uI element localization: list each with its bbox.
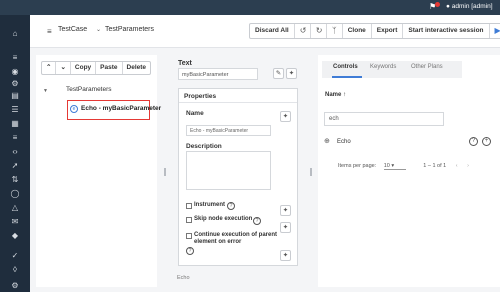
mail-icon[interactable]: ✉ (10, 217, 20, 227)
copy-button[interactable]: Copy (71, 62, 97, 74)
name-field[interactable]: Echo - myBasicParameter (186, 125, 271, 136)
tune-icon[interactable]: ⇅ (10, 175, 20, 185)
arrow-up-icon: ↑ (343, 92, 347, 98)
user-menu[interactable]: ● admin [admin] (446, 3, 493, 10)
properties-panel: Text myBasicParameter ✎ ✦ Properties Nam… (172, 55, 302, 287)
bell-icon[interactable]: ⚑ (429, 2, 440, 12)
items-per-page-label: Items per page: (338, 163, 377, 169)
list-icon[interactable]: ☰ (10, 105, 20, 115)
case-name: TestParameters (105, 26, 155, 33)
properties-title: Properties (184, 93, 217, 100)
items-per-page-select[interactable]: 10 ▾ (383, 163, 406, 170)
zoom-in-icon: ⊕ (324, 138, 330, 145)
chevron-down-icon[interactable]: ⌄ (56, 62, 71, 74)
clone-button[interactable]: Clone (343, 24, 372, 38)
page-range: 1 – 1 of 1 (423, 163, 447, 169)
tab-controls[interactable]: Controls (333, 64, 358, 70)
name-column-header[interactable]: Name ↑ (325, 92, 346, 98)
next-page-icon[interactable]: › (467, 163, 469, 169)
chevron-down-icon[interactable]: ⌄ (96, 26, 101, 33)
edit-icon[interactable]: ✎ (273, 68, 284, 79)
search-input[interactable]: ech (324, 112, 444, 126)
delete-button[interactable]: Delete (123, 62, 151, 74)
properties-box: Properties Name ✦ Echo - myBasicParamete… (178, 88, 298, 266)
menu-icon[interactable]: ≡ (10, 53, 20, 63)
splitter-handle[interactable] (164, 168, 166, 176)
notification-dot (435, 2, 440, 7)
tree-node-selected[interactable]: e Echo - myBasicParameter (67, 100, 161, 120)
check-icon[interactable]: ✓ (10, 251, 20, 261)
splitter-handle[interactable] (310, 168, 312, 176)
name-label: Name (186, 110, 204, 117)
start-session-button[interactable]: Start interactive session (403, 24, 490, 38)
instrument-checkbox[interactable] (186, 203, 192, 209)
description-label: Description (186, 143, 222, 150)
edit-toolbar: Discard All ↺ ↻ ᛉ Clone Export Start int… (249, 23, 500, 39)
instrument-label: Instrument (194, 202, 226, 208)
text-label: Text (178, 60, 192, 67)
hamburger-icon[interactable]: ≡ (47, 27, 52, 36)
tabs: Controls Keywords Other Plans (322, 61, 462, 78)
description-field[interactable] (186, 151, 271, 190)
home-icon[interactable]: ⌂ (10, 29, 20, 39)
result-label: Echo (337, 139, 351, 145)
export-button[interactable]: Export (372, 24, 404, 38)
tree-node-label: Echo - myBasicParameter (81, 105, 162, 112)
redo-icon[interactable]: ↻ (311, 24, 327, 38)
prev-page-icon[interactable]: ‹ (456, 163, 458, 169)
skip-checkbox[interactable] (186, 217, 192, 223)
list-item[interactable]: ⊕ Echo ? + (324, 137, 494, 147)
globe-icon[interactable]: ◉ (10, 67, 20, 77)
tree-panel: ⌃ ⌄ Copy Paste Delete ▼ TestParameters e… (36, 55, 161, 287)
tab-keywords[interactable]: Keywords (370, 64, 396, 70)
tree-toolbar: ⌃ ⌄ Copy Paste Delete (41, 61, 152, 75)
play-icon[interactable]: ▶ (490, 24, 500, 38)
puzzle-icon[interactable]: ◆ (10, 231, 20, 241)
settings-icon[interactable]: ⚙ (10, 79, 20, 89)
tag-icon[interactable]: ◊ (10, 265, 20, 275)
rocket-icon[interactable]: ➚ (10, 161, 20, 171)
tab-other-plans[interactable]: Other Plans (411, 64, 443, 70)
branch-icon[interactable]: ᛉ (327, 24, 343, 38)
code-icon[interactable]: ‹› (10, 147, 20, 157)
paginator: Items per page: 10 ▾ 1 – 1 of 1 ‹ › (338, 163, 469, 170)
tree-root[interactable]: TestParameters (66, 86, 112, 93)
divider (179, 102, 297, 103)
dynamic-icon[interactable]: ✦ (280, 205, 291, 216)
chevron-up-icon[interactable]: ⌃ (42, 62, 57, 74)
help-icon[interactable]: ? (186, 247, 194, 255)
text-field[interactable]: myBasicParameter (178, 68, 258, 80)
help-icon[interactable]: ? (253, 217, 261, 225)
dynamic-icon[interactable]: ✦ (280, 250, 291, 261)
help-icon[interactable]: ? (227, 202, 235, 210)
echo-icon: e (70, 105, 78, 113)
active-tab-indicator (332, 76, 362, 78)
discard-all-button[interactable]: Discard All (250, 24, 295, 38)
paste-button[interactable]: Paste (96, 62, 123, 74)
user-name: admin [admin] (451, 3, 493, 10)
top-bar: ⚑ ● admin [admin] (0, 0, 500, 15)
dynamic-icon[interactable]: ✦ (280, 111, 291, 122)
file-icon[interactable]: ▤ (10, 91, 20, 101)
list-icon[interactable]: ≡ (10, 133, 20, 143)
settings-icon[interactable]: ⚙ (10, 281, 20, 291)
controls-panel: Controls Keywords Other Plans Name ↑ ech… (318, 55, 500, 287)
type-select[interactable]: TestCase (58, 26, 87, 33)
help-icon[interactable]: ? (469, 137, 478, 146)
book-icon[interactable]: ▦ (10, 119, 20, 129)
link-icon[interactable]: ◯ (10, 189, 20, 199)
continue-label: Continue execution of parent element on … (194, 232, 278, 245)
add-icon[interactable]: + (482, 137, 491, 146)
skip-label: Skip node execution (194, 216, 253, 222)
editor-header: ≡ TestCase ⌄ TestParameters Discard All … (30, 15, 500, 48)
warning-icon[interactable]: △ (10, 203, 20, 213)
sidebar: ⌂ ≡ ◉ ⚙ ▤ ☰ ▦ ≡ ‹› ➚ ⇅ ◯ △ ✉ ◆ ✓ ◊ ⚙ (0, 15, 30, 292)
undo-icon[interactable]: ↺ (295, 24, 311, 38)
node-type-label: Echo (177, 275, 190, 281)
continue-checkbox[interactable] (186, 233, 192, 239)
dynamic-icon[interactable]: ✦ (286, 68, 297, 79)
expand-caret-icon[interactable]: ▼ (43, 88, 48, 94)
